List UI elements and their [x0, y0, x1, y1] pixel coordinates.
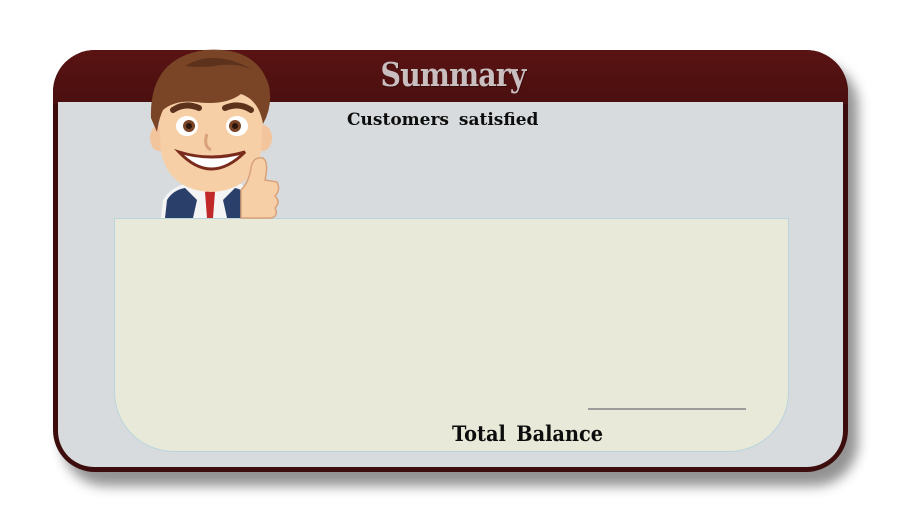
total-balance-label: Total Balance: [452, 421, 604, 446]
businessman-mascot-icon: [150, 49, 280, 219]
content-panel: [114, 218, 789, 452]
total-balance-value-line: [588, 408, 746, 410]
customers-satisfied-label: Customers satisfied: [347, 110, 539, 130]
card-title: Summary: [380, 55, 526, 94]
